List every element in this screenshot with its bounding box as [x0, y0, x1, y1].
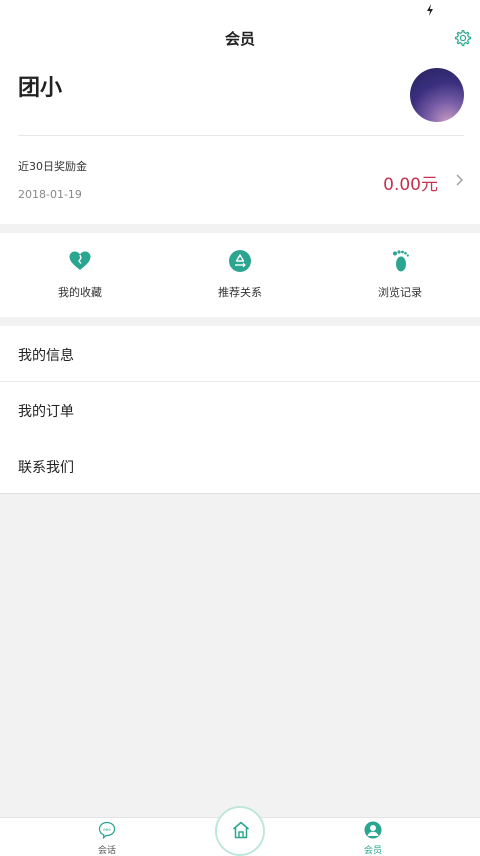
member-icon — [364, 821, 382, 839]
reward-amount[interactable]: 0.00元 — [383, 170, 438, 195]
tab-label: 会员 — [363, 846, 382, 856]
footprint-icon — [393, 250, 409, 272]
menu-list: 我的信息 我的订单 联系我们 — [0, 326, 480, 494]
tab-member[interactable]: 会员 — [343, 818, 403, 856]
menu-item-my-info[interactable]: 我的信息 — [0, 326, 480, 382]
status-bar — [0, 0, 480, 22]
reward-label: 近30日奖励金 — [18, 160, 87, 173]
recycle-icon — [229, 250, 251, 272]
menu-item-label: 我的信息 — [18, 348, 74, 364]
menu-item-label: 联系我们 — [18, 460, 74, 476]
shortcut-label: 浏览记录 — [378, 286, 422, 299]
chat-icon: eee — [98, 821, 116, 839]
avatar[interactable] — [410, 68, 464, 122]
charging-icon — [427, 4, 433, 16]
header: 会员 — [0, 22, 480, 58]
home-button[interactable] — [215, 806, 265, 856]
shortcut-referral[interactable]: 推荐关系 — [160, 233, 320, 317]
tab-chat[interactable]: eee 会话 — [77, 818, 137, 856]
shortcut-label: 推荐关系 — [218, 286, 262, 299]
divider — [18, 135, 464, 136]
username: 团小 — [18, 76, 63, 101]
shortcut-row: 我的收藏 推荐关系 浏览记录 — [0, 233, 480, 317]
shortcut-history[interactable]: 浏览记录 — [320, 233, 480, 317]
chevron-right-icon[interactable] — [452, 172, 466, 188]
heart-icon — [69, 251, 91, 270]
menu-item-contact-us[interactable]: 联系我们 — [0, 438, 480, 494]
divider — [0, 493, 480, 494]
reward-date: 2018-01-19 — [18, 188, 82, 201]
menu-item-label: 我的订单 — [18, 404, 74, 420]
shortcut-favorites[interactable]: 我的收藏 — [0, 233, 160, 317]
tab-label: 会话 — [97, 846, 116, 856]
settings-gear-icon[interactable] — [454, 29, 472, 47]
shortcut-label: 我的收藏 — [58, 286, 102, 299]
page-title: 会员 — [224, 30, 255, 48]
home-icon — [233, 821, 249, 839]
profile-card: 团小 近30日奖励金 2018-01-19 0.00元 — [0, 58, 480, 224]
menu-item-my-orders[interactable]: 我的订单 — [0, 382, 480, 438]
svg-text:eee: eee — [103, 827, 111, 832]
